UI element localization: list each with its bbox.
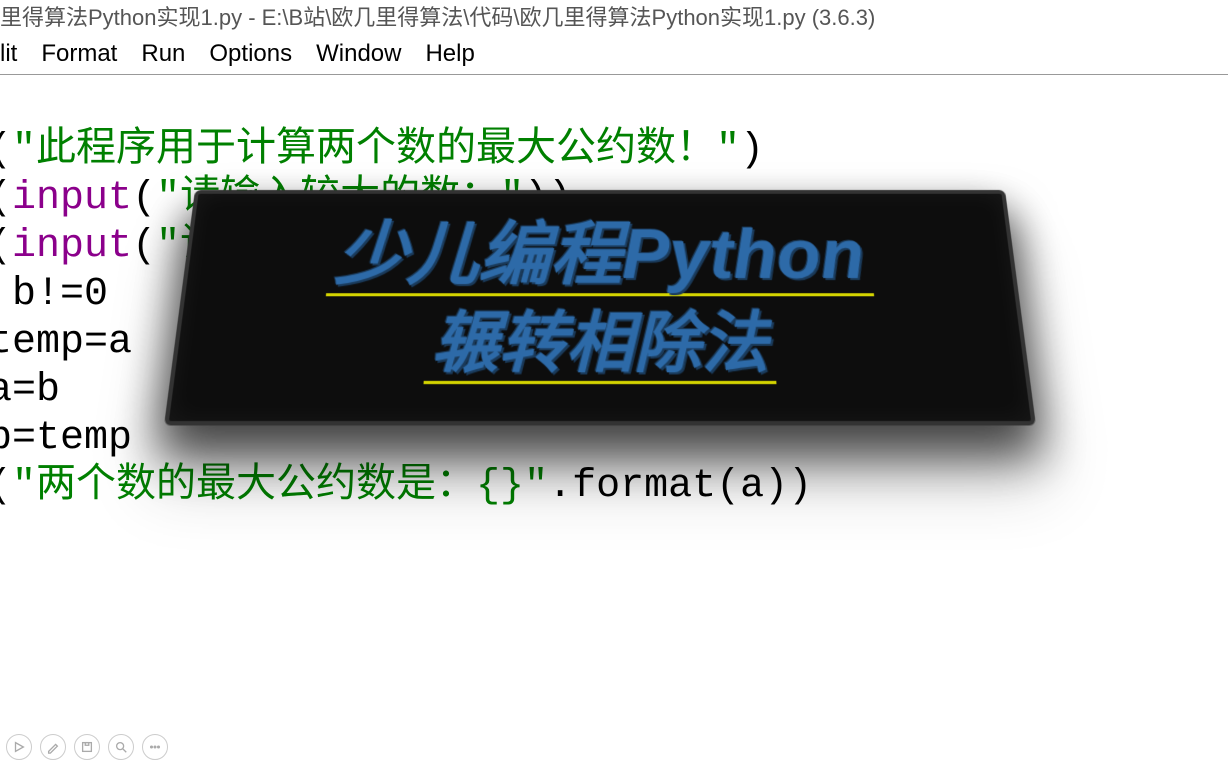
- code-token: input: [12, 224, 132, 269]
- menu-format[interactable]: Format: [41, 40, 117, 68]
- code-token: ): [740, 128, 764, 173]
- banner-title-line2: 辗转相除法: [424, 309, 777, 385]
- zoom-icon[interactable]: [108, 734, 134, 760]
- code-token: format: [572, 464, 716, 509]
- menu-run[interactable]: Run: [141, 40, 185, 68]
- code-token: a: [740, 464, 764, 509]
- code-token: .: [548, 464, 572, 509]
- code-token: )): [764, 464, 812, 509]
- code-token: temp=a: [0, 320, 132, 365]
- triangle-icon[interactable]: [6, 734, 32, 760]
- more-icon[interactable]: [142, 734, 168, 760]
- menu-bar: lit Format Run Options Window Help: [0, 36, 1228, 75]
- code-token: 0: [84, 272, 108, 317]
- code-token: "两个数的最大公约数是：: [12, 464, 476, 509]
- bottom-toolbar: [6, 734, 168, 760]
- code-token: (: [0, 464, 12, 509]
- code-token: b: [0, 272, 36, 317]
- save-icon[interactable]: [74, 734, 100, 760]
- code-token: (: [716, 464, 740, 509]
- menu-window[interactable]: Window: [316, 40, 401, 68]
- menu-help[interactable]: Help: [425, 40, 474, 68]
- banner-title-line1: 少儿编程Python: [326, 218, 874, 296]
- window-title: 里得算法Python实现1.py - E:\B站\欧几里得算法\代码\欧几里得算…: [0, 0, 1228, 36]
- code-token: b=temp: [0, 416, 132, 461]
- banner-face: 少儿编程Python 辗转相除法: [164, 190, 1036, 425]
- code-token: input: [12, 176, 132, 221]
- code-token: !=: [36, 272, 84, 317]
- code-token: {}: [476, 464, 524, 509]
- code-token: (: [0, 224, 12, 269]
- menu-options[interactable]: Options: [209, 40, 292, 68]
- code-token: (: [0, 128, 12, 173]
- code-token: (: [132, 224, 156, 269]
- menu-edit[interactable]: lit: [0, 40, 17, 68]
- pencil-icon[interactable]: [40, 734, 66, 760]
- code-token: (: [0, 176, 12, 221]
- code-token: ": [524, 464, 548, 509]
- code-token: a=b: [0, 368, 60, 413]
- video-overlay-banner: 少儿编程Python 辗转相除法: [195, 190, 1005, 420]
- code-token: "此程序用于计算两个数的最大公约数！": [12, 128, 740, 173]
- code-token: (: [132, 176, 156, 221]
